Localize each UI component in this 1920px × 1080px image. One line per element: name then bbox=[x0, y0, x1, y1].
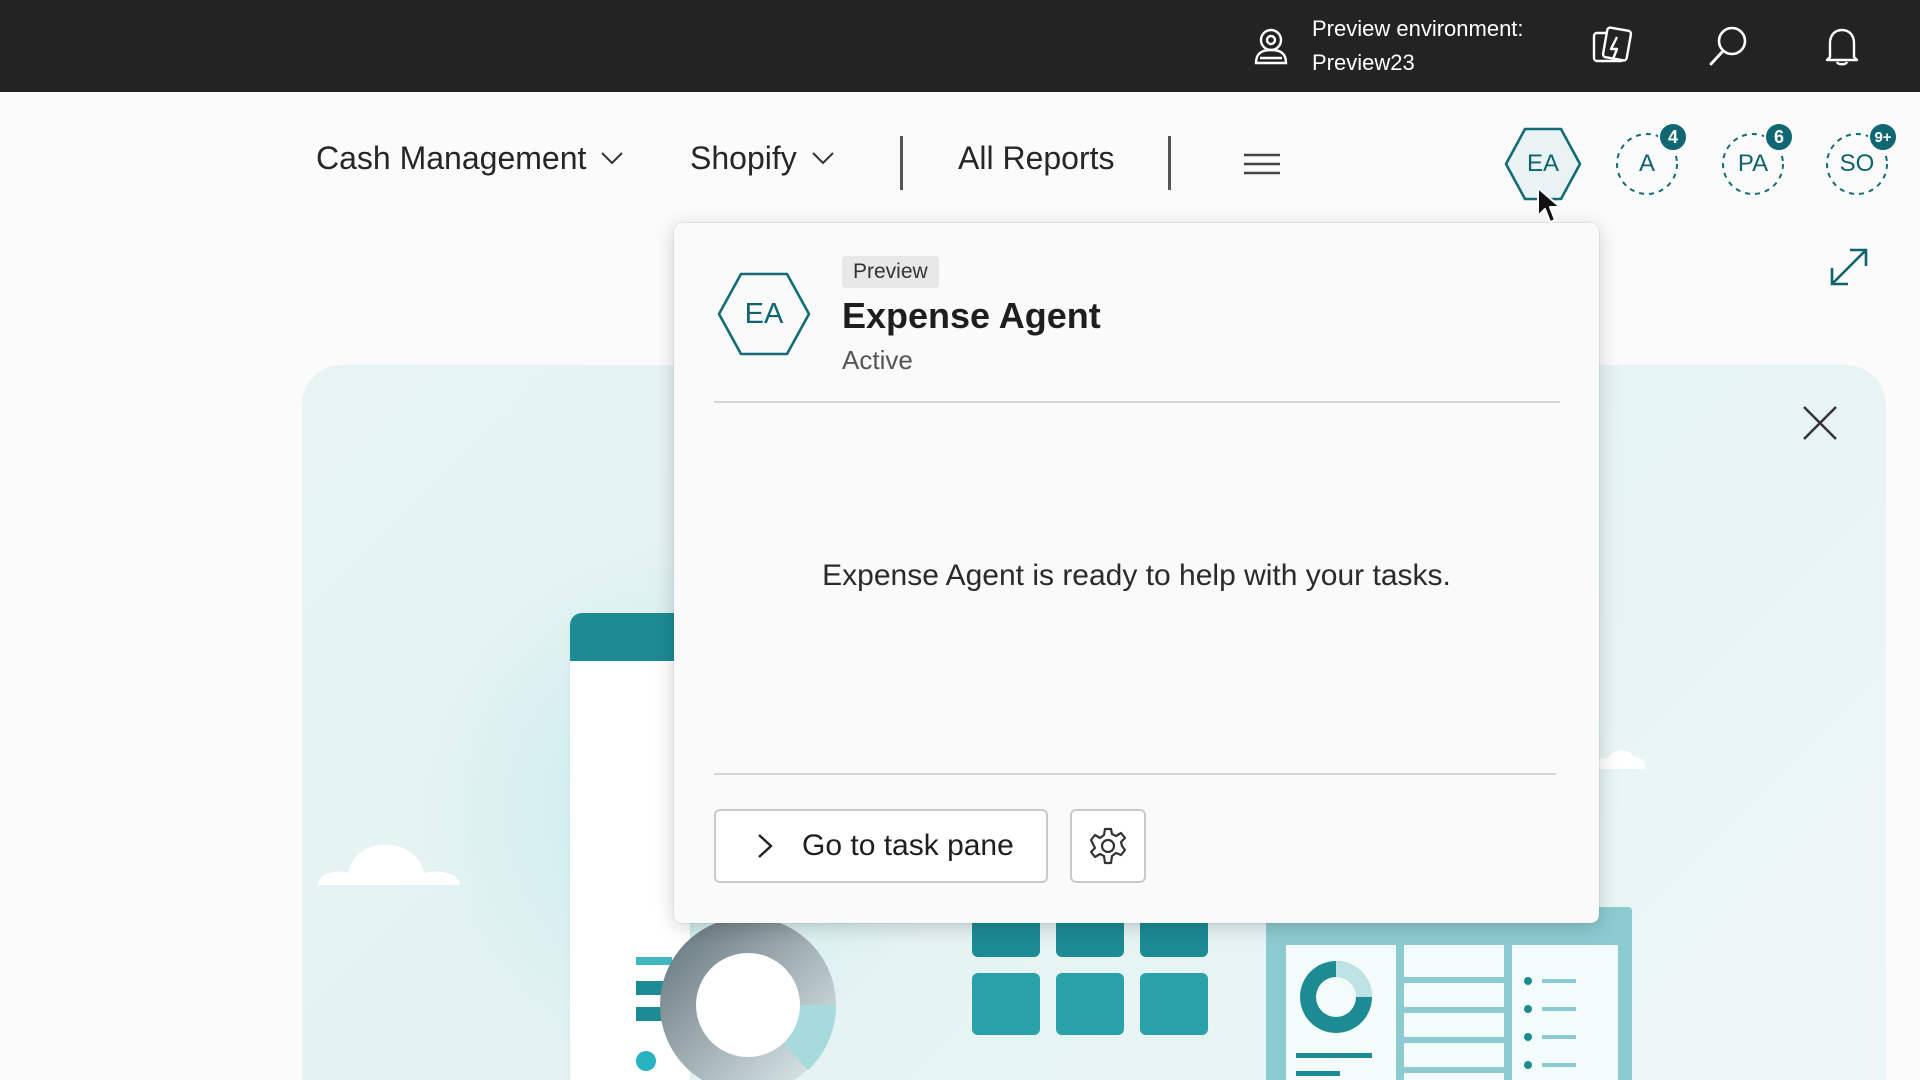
chevron-down-icon bbox=[601, 152, 624, 165]
nav-divider bbox=[1168, 136, 1171, 190]
search-button[interactable] bbox=[1698, 16, 1758, 76]
notification-badge: 9+ bbox=[1868, 122, 1898, 152]
environment-indicator[interactable]: Preview environment: Preview23 bbox=[1250, 8, 1524, 84]
hamburger-icon[interactable] bbox=[1242, 152, 1282, 176]
nav-item-all-reports[interactable]: All Reports bbox=[958, 138, 1115, 178]
top-bar: Preview environment: Preview23 bbox=[0, 0, 1920, 92]
divider bbox=[714, 401, 1560, 403]
agent-avatar-a[interactable]: A 4 bbox=[1612, 122, 1692, 200]
nav-item-label: All Reports bbox=[958, 139, 1115, 176]
nav-item-label: Cash Management bbox=[316, 139, 587, 176]
agent-settings-button[interactable] bbox=[1070, 809, 1146, 883]
donut-chart-illustration bbox=[660, 917, 837, 1080]
agent-avatar-pa[interactable]: PA 6 bbox=[1718, 122, 1798, 200]
cloud-illustration bbox=[318, 844, 460, 885]
nav-divider bbox=[900, 136, 903, 190]
button-label: Go to task pane bbox=[802, 829, 1014, 862]
agent-avatar-so[interactable]: SO 9+ bbox=[1822, 122, 1902, 200]
chevron-right-icon bbox=[758, 834, 773, 858]
environment-label: Preview environment: bbox=[1312, 16, 1524, 41]
nav-item-cash-management[interactable]: Cash Management bbox=[316, 138, 624, 178]
preview-badge: Preview bbox=[842, 256, 939, 288]
divider bbox=[714, 773, 1556, 775]
bell-icon bbox=[1825, 28, 1859, 66]
notification-badge: 4 bbox=[1658, 122, 1688, 152]
gear-icon bbox=[1089, 827, 1127, 865]
close-icon[interactable] bbox=[1798, 401, 1842, 445]
environment-icon bbox=[1254, 28, 1288, 65]
agent-title: Expense Agent bbox=[842, 295, 1101, 336]
agent-popup-card: EA Preview Expense Agent Active Expense … bbox=[674, 223, 1599, 923]
go-to-task-pane-button[interactable]: Go to task pane bbox=[714, 809, 1048, 883]
navigation-bar: Cash Management Shopify All Reports EA A… bbox=[0, 92, 1920, 240]
environment-name: Preview23 bbox=[1312, 50, 1415, 75]
copilot-icon bbox=[1592, 26, 1633, 63]
mouse-cursor-icon bbox=[1537, 187, 1561, 223]
notification-badge: 6 bbox=[1764, 122, 1794, 152]
nav-item-label: Shopify bbox=[690, 139, 797, 176]
agent-initials: EA bbox=[744, 297, 784, 330]
chevron-down-icon bbox=[812, 152, 834, 165]
dashboard-illustration bbox=[1266, 907, 1632, 1080]
agent-avatar-large: EA bbox=[716, 271, 812, 357]
search-icon bbox=[1709, 26, 1747, 66]
notifications-button[interactable] bbox=[1812, 16, 1872, 76]
copilot-button[interactable] bbox=[1582, 16, 1642, 76]
expand-icon[interactable] bbox=[1826, 244, 1872, 290]
nav-item-shopify[interactable]: Shopify bbox=[690, 138, 835, 178]
agent-message: Expense Agent is ready to help with your… bbox=[822, 559, 1451, 592]
agent-status: Active bbox=[842, 345, 913, 375]
